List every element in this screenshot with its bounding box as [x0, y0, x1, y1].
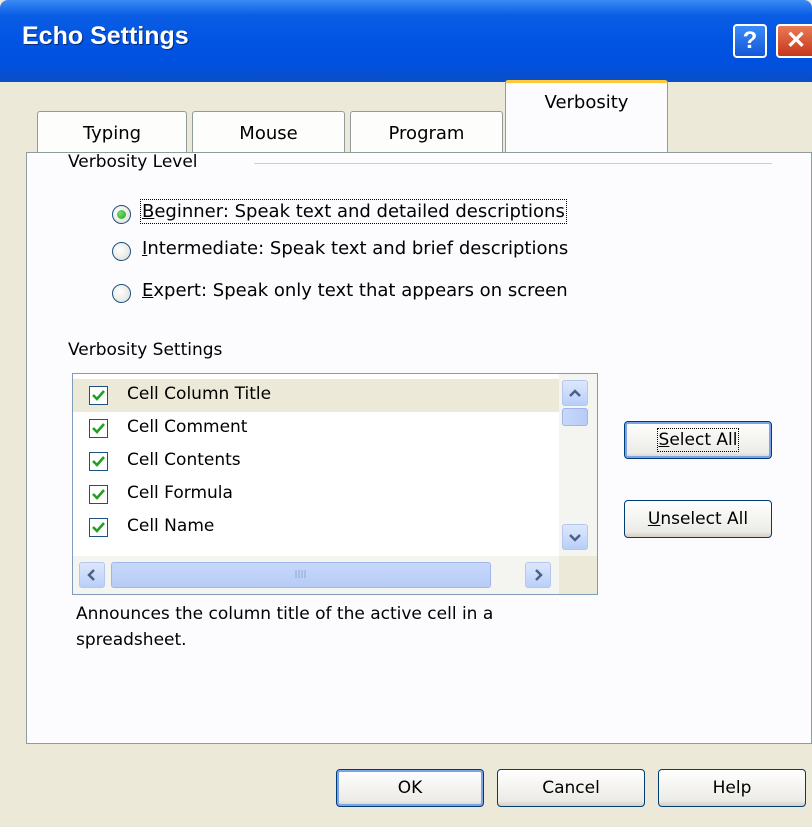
scroll-down-icon[interactable] — [562, 524, 588, 550]
select-all-button[interactable]: Select All — [624, 421, 772, 459]
vertical-scroll-thumb[interactable] — [562, 408, 588, 426]
radio-intermediate[interactable] — [112, 242, 131, 261]
list-item-label: Cell Name — [127, 516, 215, 536]
help-question-icon[interactable]: ? — [733, 24, 767, 58]
verbosity-level-heading: Verbosity Level — [68, 152, 198, 172]
checkbox-checked-icon[interactable] — [89, 419, 108, 438]
checkbox-checked-icon[interactable] — [89, 452, 108, 471]
radio-expert-label[interactable]: Expert: Speak only text that appears on … — [142, 280, 568, 301]
close-icon[interactable]: ✕ — [776, 24, 812, 58]
description-line-1: Announces the column title of the active… — [76, 604, 494, 624]
tab-verbosity[interactable]: Verbosity — [505, 80, 668, 152]
list-item-label: Cell Formula — [127, 483, 233, 503]
list-item[interactable]: Cell Contents — [73, 445, 559, 478]
verbosity-settings-list[interactable]: Cell Column Title Cell Comment Cell Cont… — [72, 373, 598, 595]
list-item[interactable]: Cell Comment — [73, 412, 559, 445]
ok-button[interactable]: OK — [336, 769, 484, 807]
tab-program[interactable]: Program — [350, 111, 503, 153]
list-item-label: Cell Comment — [127, 417, 248, 437]
horizontal-scroll-thumb[interactable] — [111, 562, 491, 588]
scroll-right-icon[interactable] — [525, 562, 551, 588]
group-divider — [254, 163, 772, 164]
radio-expert[interactable] — [112, 284, 131, 303]
list-item-label: Cell Contents — [127, 450, 241, 470]
scrollbar-corner — [559, 556, 597, 594]
help-button[interactable]: Help — [658, 769, 806, 807]
list-item[interactable]: Cell Formula — [73, 478, 559, 511]
cancel-button[interactable]: Cancel — [497, 769, 645, 807]
vertical-scrollbar[interactable] — [559, 374, 597, 556]
radio-intermediate-label[interactable]: Intermediate: Speak text and brief descr… — [142, 238, 568, 259]
list-item[interactable]: Cell Column Title — [73, 379, 559, 412]
verbosity-settings-heading: Verbosity Settings — [68, 340, 223, 360]
echo-settings-dialog: Echo Settings ? ✕ Typing Mouse Program V… — [0, 0, 812, 827]
checkbox-checked-icon[interactable] — [89, 518, 108, 537]
list-item[interactable]: Cell Name — [73, 511, 559, 544]
scroll-left-icon[interactable] — [79, 562, 105, 588]
title-bar[interactable]: Echo Settings ? ✕ — [0, 0, 812, 82]
horizontal-scrollbar[interactable] — [73, 556, 597, 594]
checkbox-checked-icon[interactable] — [89, 485, 108, 504]
scroll-up-icon[interactable] — [562, 380, 588, 406]
list-item-label: Cell Column Title — [127, 384, 272, 404]
tab-typing[interactable]: Typing — [37, 111, 187, 153]
description-line-2: spreadsheet. — [76, 630, 187, 650]
window-title: Echo Settings — [22, 22, 189, 50]
tab-mouse[interactable]: Mouse — [192, 111, 345, 153]
unselect-all-button[interactable]: Unselect All — [624, 500, 772, 538]
checkbox-checked-icon[interactable] — [89, 386, 108, 405]
radio-beginner-label[interactable]: Beginner: Speak text and detailed descri… — [140, 199, 567, 224]
radio-beginner[interactable] — [112, 205, 131, 224]
